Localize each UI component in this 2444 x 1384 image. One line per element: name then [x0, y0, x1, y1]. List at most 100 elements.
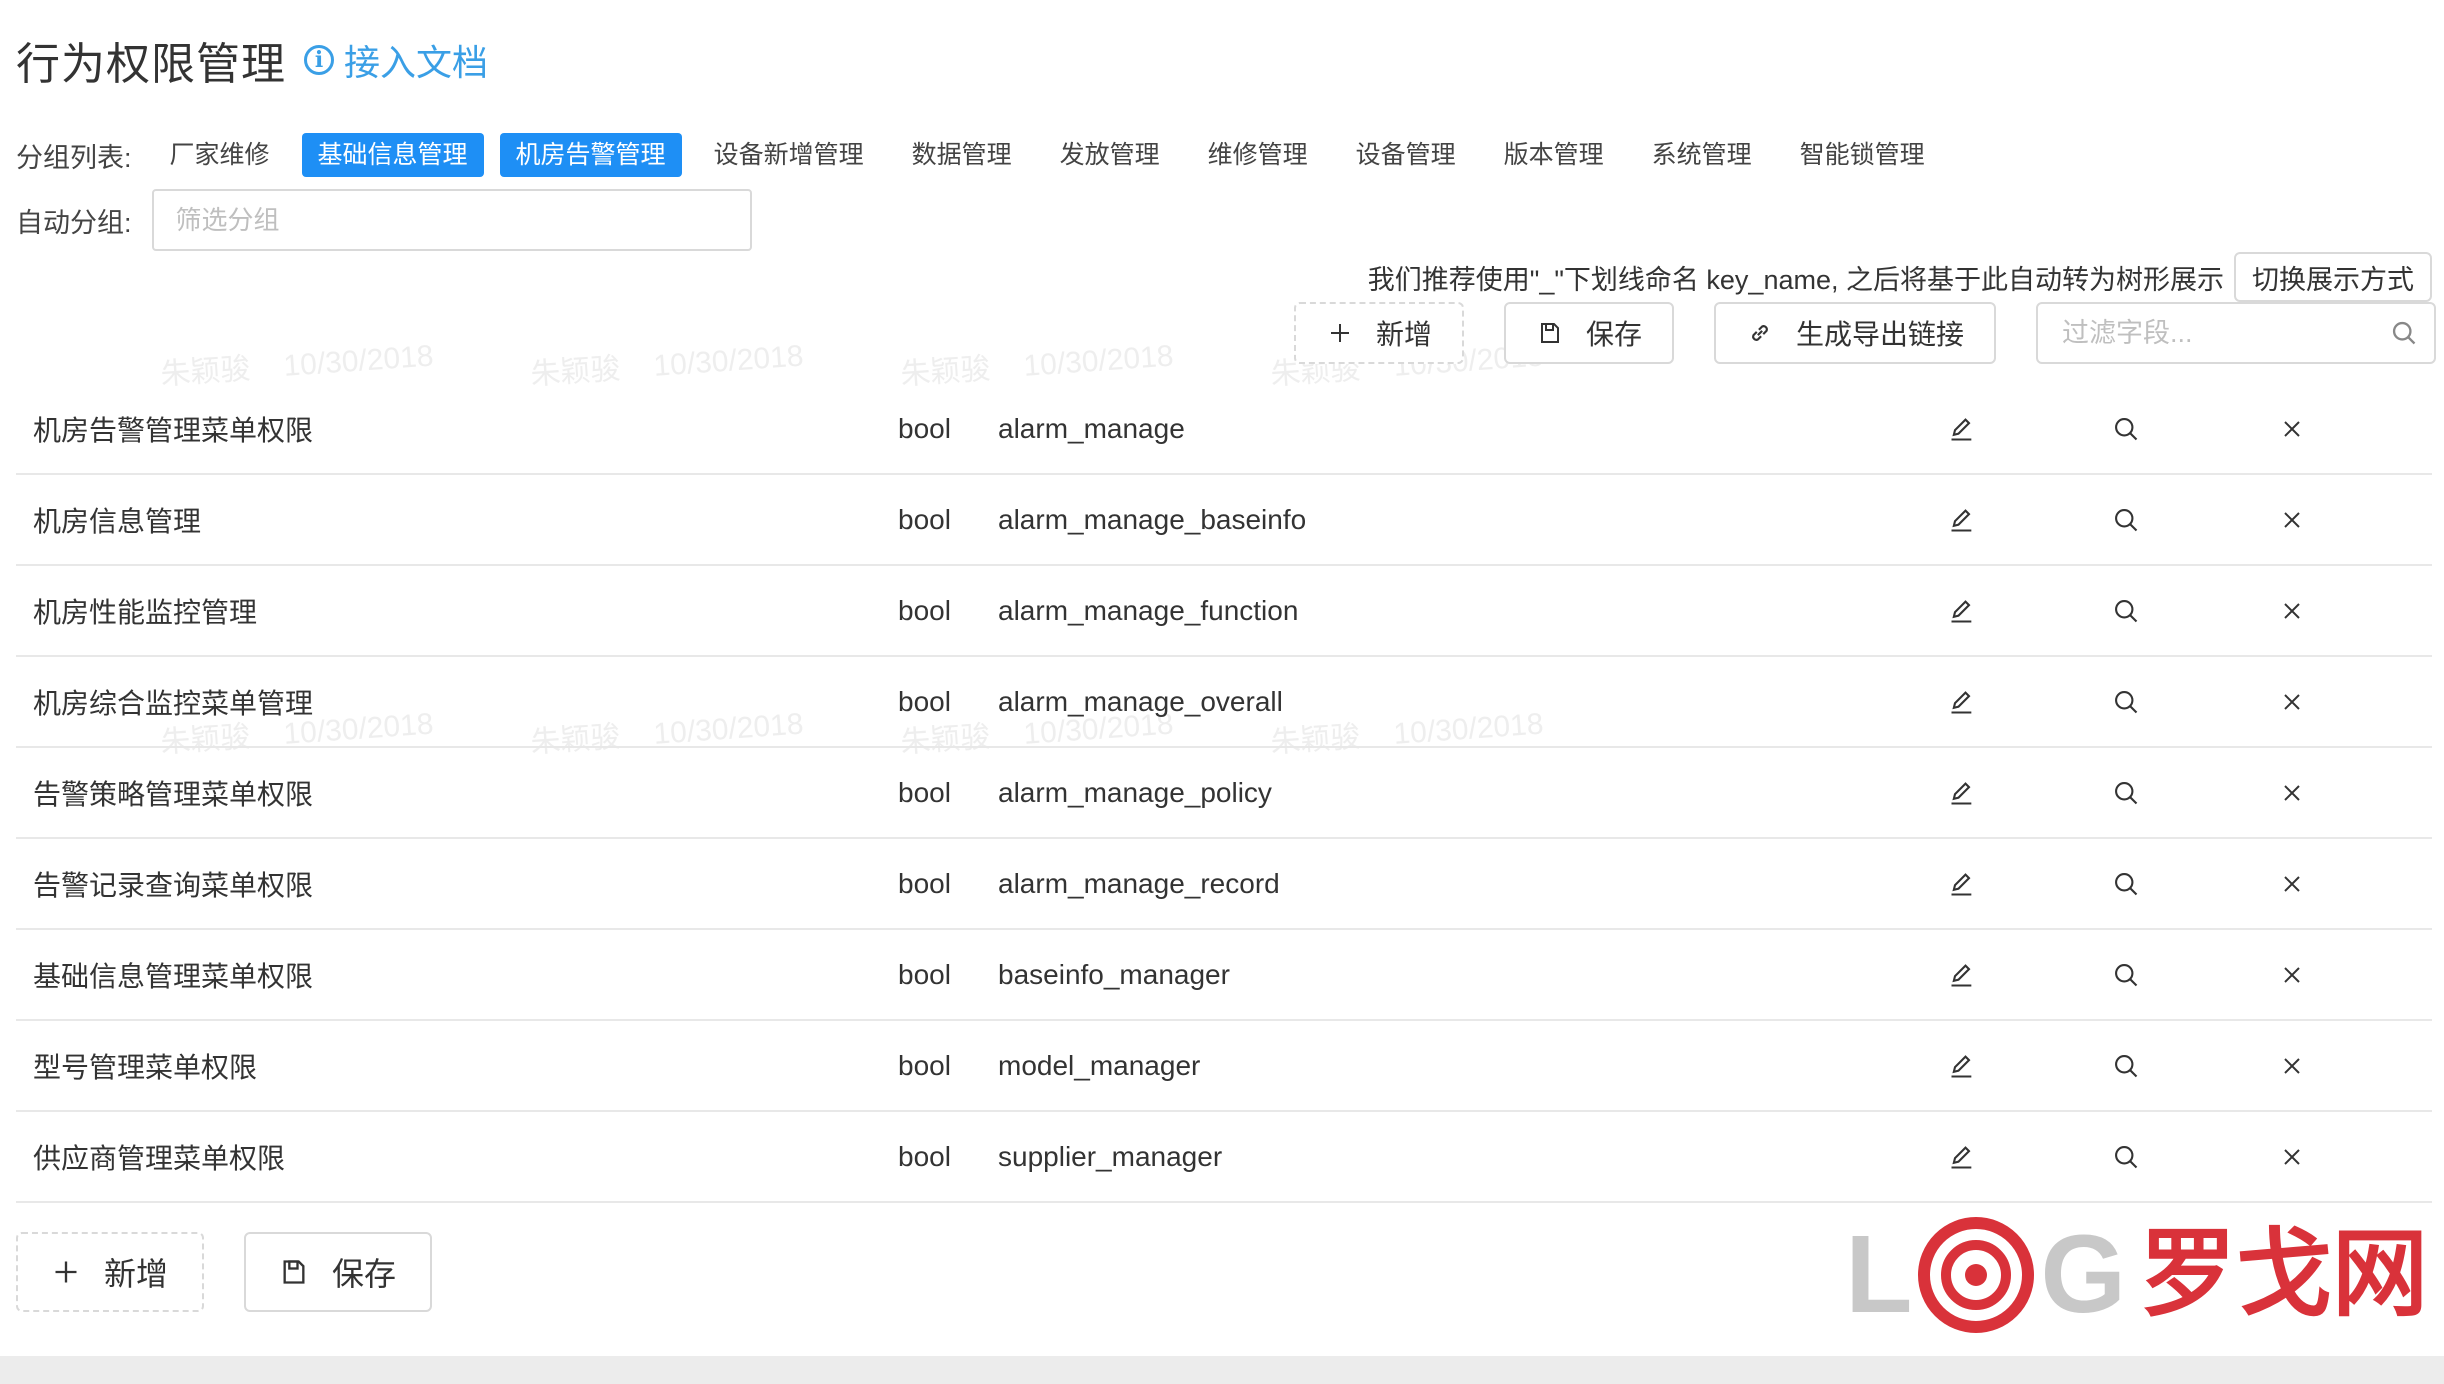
auto-group-row: 自动分组: — [16, 188, 752, 252]
table-row: 告警记录查询菜单权限 bool alarm_manage_record — [16, 839, 2432, 930]
watermark-date: 10/30/2018 — [282, 339, 435, 383]
logo: L G 罗戈网 — [1845, 1210, 2428, 1340]
search-icon[interactable] — [2106, 1137, 2146, 1177]
export-link-button[interactable]: 生成导出链接 — [1713, 302, 1996, 364]
group-tag-5[interactable]: 发放管理 — [1044, 133, 1176, 177]
table-row: 型号管理菜单权限 bool model_manager — [16, 1021, 2432, 1112]
bottom-add-label: 新增 — [104, 1256, 169, 1292]
row-type: bool — [898, 412, 951, 444]
logo-target-icon — [1918, 1217, 2035, 1333]
row-type: bool — [898, 685, 951, 717]
plus-icon — [52, 1258, 80, 1286]
switch-view-button[interactable]: 切换展示方式 — [2234, 252, 2432, 302]
doc-link-label: 接入文档 — [344, 42, 489, 83]
table-row: 基础信息管理菜单权限 bool baseinfo_manager — [16, 930, 2432, 1021]
row-type: bool — [898, 958, 951, 990]
edit-icon[interactable] — [1942, 1137, 1982, 1177]
search-icon[interactable] — [2106, 864, 2146, 904]
title-row: 行为权限管理 i 接入文档 — [16, 30, 488, 90]
group-tag-9[interactable]: 系统管理 — [1636, 133, 1768, 177]
table-row: 机房告警管理菜单权限 bool alarm_manage — [16, 384, 2432, 475]
table-row: 机房信息管理 bool alarm_manage_baseinfo — [16, 475, 2432, 566]
row-name: 基础信息管理菜单权限 — [33, 960, 314, 992]
toolbar: 新增 保存 生成导出链接 — [1293, 302, 2436, 364]
group-tag-10[interactable]: 智能锁管理 — [1784, 133, 1941, 177]
edit-icon[interactable] — [1942, 773, 1982, 813]
group-tag-8[interactable]: 版本管理 — [1488, 133, 1620, 177]
group-tag-7[interactable]: 设备管理 — [1340, 133, 1472, 177]
group-tag-2[interactable]: 机房告警管理 — [499, 133, 682, 177]
page-title: 行为权限管理 — [16, 40, 286, 89]
table-row: 机房综合监控菜单管理 bool alarm_manage_overall — [16, 657, 2432, 748]
bottom-save-label: 保存 — [332, 1256, 397, 1292]
info-icon: i — [304, 45, 334, 75]
link-icon — [1746, 319, 1774, 347]
edit-icon[interactable] — [1942, 864, 1982, 904]
row-name: 供应商管理菜单权限 — [33, 1142, 286, 1174]
row-name: 告警记录查询菜单权限 — [33, 869, 314, 901]
search-icon[interactable] — [2106, 591, 2146, 631]
add-button-label: 新增 — [1375, 319, 1432, 350]
close-icon[interactable] — [2272, 682, 2312, 722]
close-icon[interactable] — [2272, 409, 2312, 449]
edit-icon[interactable] — [1942, 1046, 1982, 1086]
table-row: 供应商管理菜单权限 bool supplier_manager — [16, 1112, 2432, 1203]
row-name: 机房信息管理 — [33, 505, 202, 537]
watermark-date: 10/30/2018 — [652, 339, 805, 383]
row-key: baseinfo_manager — [998, 958, 1230, 990]
close-icon[interactable] — [2272, 864, 2312, 904]
field-filter-input[interactable] — [2060, 316, 2390, 350]
plus-icon — [1326, 319, 1354, 347]
row-name: 告警策略管理菜单权限 — [33, 778, 314, 810]
group-filter-input[interactable] — [151, 189, 752, 251]
close-icon[interactable] — [2272, 773, 2312, 813]
export-link-label: 生成导出链接 — [1795, 319, 1964, 350]
group-tag-0[interactable]: 厂家维修 — [154, 133, 286, 177]
row-type: bool — [898, 776, 951, 808]
close-icon[interactable] — [2272, 500, 2312, 540]
page: 朱颖骏 10/30/2018 朱颖骏 10/30/2018 朱颖骏 10/30/… — [0, 0, 2444, 1384]
add-button[interactable]: 新增 — [1293, 302, 1464, 364]
search-icon[interactable] — [2106, 500, 2146, 540]
group-tag-3[interactable]: 设备新增管理 — [698, 133, 880, 177]
search-icon[interactable] — [2106, 409, 2146, 449]
bottom-save-button[interactable]: 保存 — [244, 1232, 433, 1312]
group-tag-6[interactable]: 维修管理 — [1192, 133, 1324, 177]
doc-link[interactable]: i 接入文档 — [304, 34, 488, 86]
permission-table: 机房告警管理菜单权限 bool alarm_manage 机房信息管理 bool… — [16, 384, 2432, 1203]
hint-row: 我们推荐使用"_"下划线命名 key_name, 之后将基于此自动转为树形展示 … — [1368, 252, 2432, 302]
group-list-label: 分组列表: — [16, 142, 132, 173]
edit-icon[interactable] — [1942, 955, 1982, 995]
field-filter — [2036, 302, 2436, 364]
edit-icon[interactable] — [1942, 682, 1982, 722]
row-name: 机房性能监控管理 — [33, 596, 258, 628]
group-tag-1[interactable]: 基础信息管理 — [301, 133, 484, 177]
edit-icon[interactable] — [1942, 500, 1982, 540]
row-name: 机房综合监控菜单管理 — [33, 687, 314, 719]
auto-group-label: 自动分组: — [16, 207, 132, 238]
search-icon[interactable] — [2106, 1046, 2146, 1086]
bottom-add-button[interactable]: 新增 — [16, 1232, 205, 1312]
save-button[interactable]: 保存 — [1503, 302, 1674, 364]
row-type: bool — [898, 503, 951, 535]
save-icon — [1536, 319, 1564, 347]
close-icon[interactable] — [2272, 1137, 2312, 1177]
row-key: model_manager — [998, 1049, 1201, 1081]
bottom-bar: 新增 保存 — [16, 1232, 433, 1312]
row-type: bool — [898, 1140, 951, 1172]
row-key: supplier_manager — [998, 1140, 1223, 1172]
group-tag-4[interactable]: 数据管理 — [896, 133, 1028, 177]
row-type: bool — [898, 1049, 951, 1081]
search-icon[interactable] — [2106, 955, 2146, 995]
close-icon[interactable] — [2272, 591, 2312, 631]
search-icon[interactable] — [2106, 682, 2146, 722]
close-icon[interactable] — [2272, 1046, 2312, 1086]
footer-strip — [0, 1356, 2444, 1384]
close-icon[interactable] — [2272, 955, 2312, 995]
edit-icon[interactable] — [1942, 409, 1982, 449]
edit-icon[interactable] — [1942, 591, 1982, 631]
row-key: alarm_manage_baseinfo — [998, 503, 1307, 535]
row-key: alarm_manage_function — [998, 594, 1299, 626]
search-icon[interactable] — [2106, 773, 2146, 813]
search-icon[interactable] — [2390, 319, 2418, 347]
